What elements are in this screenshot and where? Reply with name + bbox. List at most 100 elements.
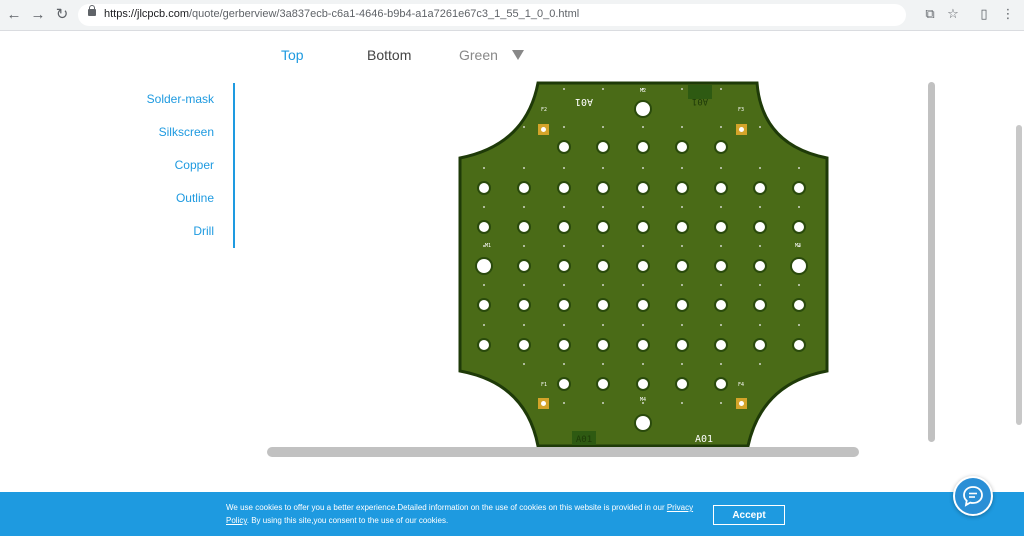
drill-hole <box>598 183 608 193</box>
caret-down-icon[interactable] <box>512 50 524 60</box>
drill-hole <box>559 261 569 271</box>
silk-dot <box>642 324 644 326</box>
silk-dot <box>681 324 683 326</box>
drill-hole <box>519 340 529 350</box>
tab-top[interactable]: Top <box>281 47 304 63</box>
board-label-bottom-box: A01 <box>576 435 592 445</box>
silk-dot <box>642 167 644 169</box>
back-icon[interactable]: ← <box>4 5 24 25</box>
silk-dot <box>642 363 644 365</box>
silk-dot <box>798 324 800 326</box>
drill-hole <box>479 183 489 193</box>
layer-solder-mask[interactable]: Solder-mask <box>147 92 214 106</box>
translate-icon[interactable]: ⧉ <box>922 6 938 22</box>
drill-hole <box>755 183 765 193</box>
silk-dot <box>602 206 604 208</box>
drill-hole <box>638 222 648 232</box>
silk-dot <box>681 167 683 169</box>
drill-hole <box>638 142 648 152</box>
drill-hole <box>794 340 804 350</box>
silk-dot <box>483 167 485 169</box>
horizontal-scrollbar[interactable] <box>267 447 859 457</box>
hole-label-m1: M1 <box>485 243 491 249</box>
chat-button[interactable] <box>953 476 993 516</box>
silk-dot <box>563 126 565 128</box>
drill-hole <box>677 222 687 232</box>
silk-dot <box>642 126 644 128</box>
hole-label-f1: F1 <box>541 382 547 388</box>
hole-label-m4: M4 <box>640 397 646 403</box>
cookie-message: We use cookies to offer you a better exp… <box>226 503 694 525</box>
silk-dot <box>720 284 722 286</box>
silk-dot <box>798 284 800 286</box>
drill-hole <box>677 379 687 389</box>
silk-dot <box>720 206 722 208</box>
silk-dot <box>523 284 525 286</box>
silk-dot <box>759 206 761 208</box>
drill-hole <box>794 222 804 232</box>
drill-hole <box>716 222 726 232</box>
board-label-top-box: A01 <box>692 96 708 106</box>
silk-dot <box>681 363 683 365</box>
silk-dot <box>563 206 565 208</box>
forward-icon[interactable]: → <box>28 5 48 25</box>
lock-icon <box>88 5 96 16</box>
browser-toolbar: ← → ↻ https://jlcpcb.com/quote/gerbervie… <box>0 0 1024 31</box>
silk-dot <box>798 206 800 208</box>
layer-drill[interactable]: Drill <box>193 224 214 238</box>
silk-dot <box>759 245 761 247</box>
layer-copper[interactable]: Copper <box>175 158 214 172</box>
drill-hole <box>559 379 569 389</box>
drill-hole <box>716 340 726 350</box>
page-vertical-scrollbar[interactable] <box>1016 125 1022 425</box>
silk-dot <box>642 245 644 247</box>
drill-hole <box>598 222 608 232</box>
silk-dot <box>563 324 565 326</box>
layer-outline[interactable]: Outline <box>176 191 214 205</box>
pcb-board-preview[interactable]: A01 A01 A01 A01 M1 M2 M3 M4 F1 F2 F3 F4 <box>440 80 840 450</box>
reload-icon[interactable]: ↻ <box>52 5 72 25</box>
drill-hole <box>755 222 765 232</box>
color-select[interactable]: Green <box>459 47 498 63</box>
drill-hole <box>716 142 726 152</box>
drill-hole <box>559 183 569 193</box>
drill-hole <box>479 340 489 350</box>
silk-dot <box>602 126 604 128</box>
drill-hole <box>677 183 687 193</box>
menu-dots-icon[interactable]: ⋮ <box>1000 6 1016 22</box>
silk-dot <box>759 324 761 326</box>
drill-hole <box>559 222 569 232</box>
layer-silkscreen[interactable]: Silkscreen <box>159 125 214 139</box>
drill-hole <box>598 379 608 389</box>
drill-hole <box>716 379 726 389</box>
silk-dot <box>563 245 565 247</box>
hole-label-f2: F2 <box>541 107 547 113</box>
silk-dot <box>483 206 485 208</box>
tab-bottom[interactable]: Bottom <box>367 47 411 63</box>
star-icon[interactable]: ☆ <box>945 6 961 22</box>
mounting-hole <box>792 259 806 273</box>
drill-hole <box>755 340 765 350</box>
drill-hole <box>716 261 726 271</box>
drill-hole <box>755 261 765 271</box>
silk-dot <box>602 167 604 169</box>
silk-dot <box>563 284 565 286</box>
drill-hole <box>598 340 608 350</box>
extension-icon[interactable]: ▯ <box>976 6 992 22</box>
board-label-top: A01 <box>575 96 593 107</box>
drill-hole <box>677 261 687 271</box>
silk-dot <box>523 363 525 365</box>
silk-dot <box>720 363 722 365</box>
accept-cookies-button[interactable]: Accept <box>713 505 785 525</box>
silk-dot <box>720 324 722 326</box>
silk-dot <box>759 167 761 169</box>
address-bar[interactable]: https://jlcpcb.com/quote/gerberview/3a83… <box>78 4 906 26</box>
drill-hole <box>677 142 687 152</box>
drill-hole <box>519 183 529 193</box>
viewer-vertical-scrollbar[interactable] <box>928 82 935 442</box>
silk-dot <box>681 402 683 404</box>
layer-menu: Solder-mask Silkscreen Copper Outline Dr… <box>100 83 235 248</box>
silk-dot <box>720 88 722 90</box>
drill-hole <box>598 300 608 310</box>
hole-label-m2: M2 <box>640 88 646 94</box>
